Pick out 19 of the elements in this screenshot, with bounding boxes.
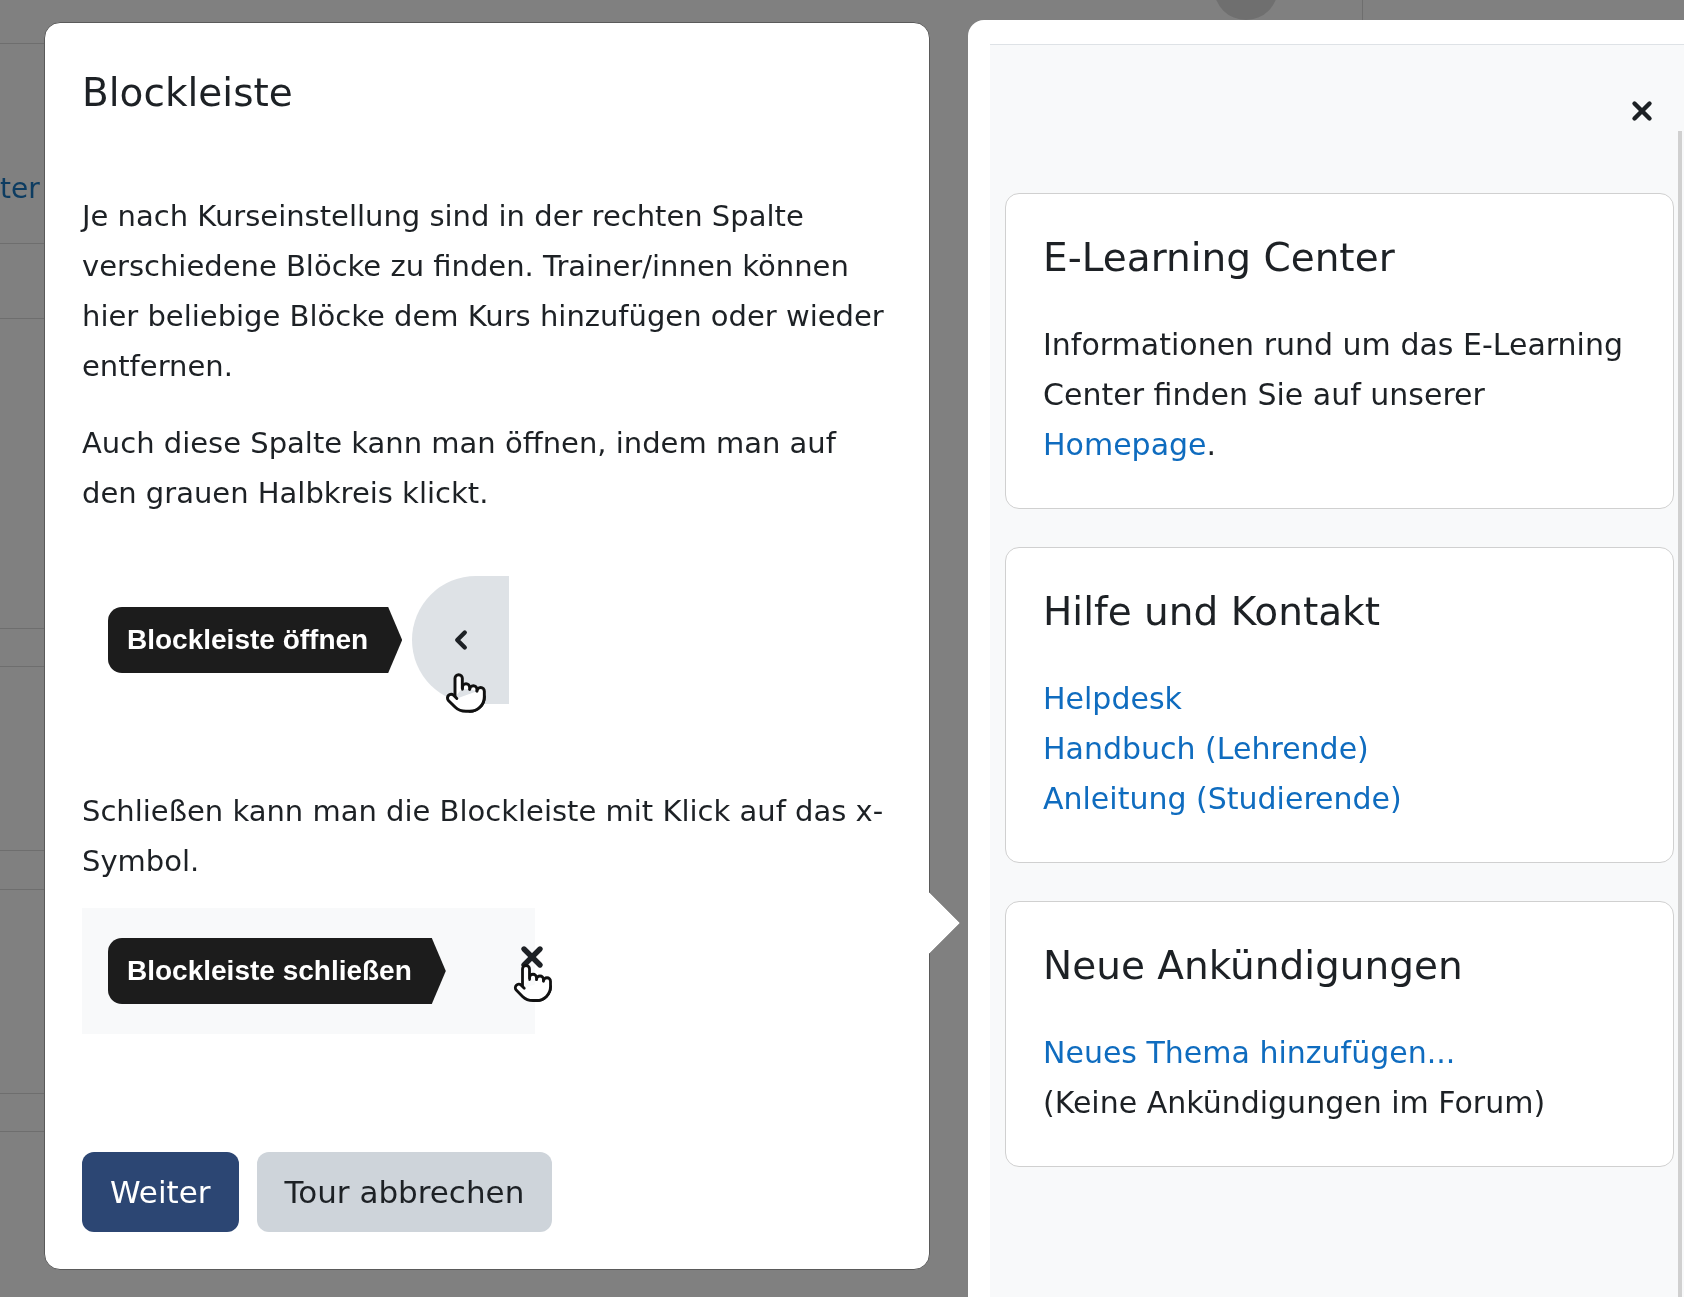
page-link-text: ter (0, 170, 40, 207)
block-link[interactable]: Helpdesk (1043, 674, 1649, 724)
popover-text: Auch diese Spalte kann man öffnen, indem man auf den grauen Halbkreis klickt. (82, 425, 838, 512)
block-title: E-Learning Center (1043, 234, 1396, 282)
block-link[interactable]: Neues Thema hinzufügen... (1043, 1028, 1649, 1078)
popover-title: Blockleiste (82, 69, 294, 117)
tooltip: Blockleiste schließen (108, 938, 446, 1004)
homepage-link[interactable]: Homepage (1043, 427, 1207, 462)
next-button[interactable]: Weiter (82, 1152, 239, 1232)
block-text: (Keine Ankündigungen im Forum) (1043, 1084, 1547, 1122)
popover-text: Schließen kann man die Blockleiste mit Klick auf das x-Symbol. (82, 793, 885, 880)
tooltip: Blockleiste öffnen (108, 607, 403, 673)
block-link[interactable]: Handbuch (Lehrende) (1043, 724, 1649, 774)
popover-text: Je nach Kurseinstellung sind in der rechten Spalte verschiedene Blöcke zu finden. Trainer/innen können hier beliebige Blöcke dem Kurs hinzufügen oder wieder entfernen. (82, 198, 885, 385)
cancel-tour-button[interactable]: Tour abbrechen (256, 1152, 553, 1232)
block-title: Hilfe und Kontakt (1043, 588, 1381, 636)
block-link[interactable]: Anleitung (Studierende) (1043, 774, 1649, 824)
block-title: Neue Ankündigungen (1043, 942, 1464, 990)
block-text: Informationen rund um das E-Learning Center finden Sie auf unserer Homepage. (1043, 326, 1624, 464)
